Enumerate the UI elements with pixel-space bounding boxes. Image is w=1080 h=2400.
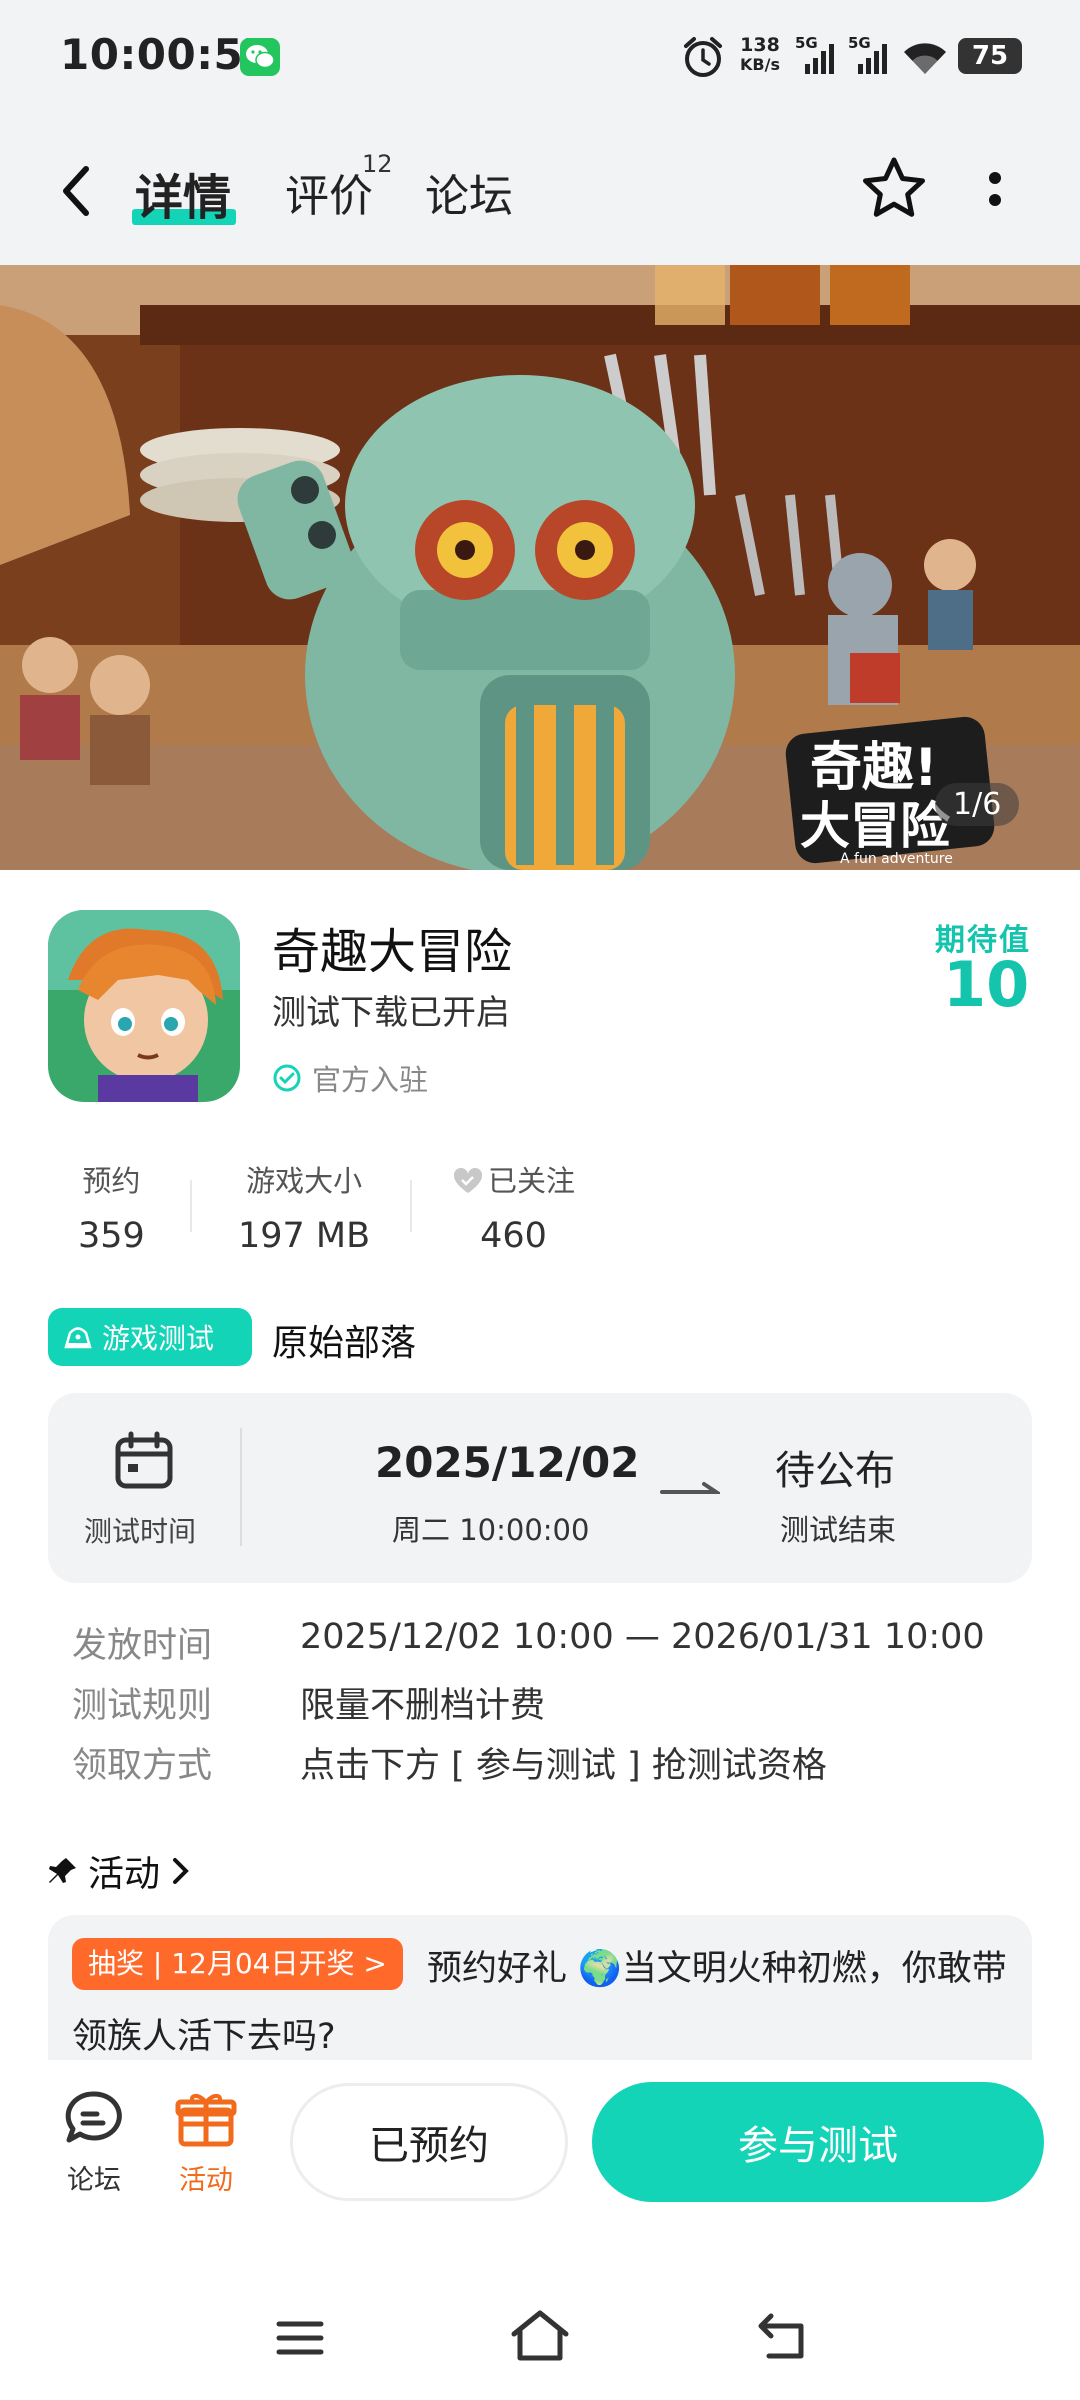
arrow-right-icon (660, 1478, 723, 1502)
wechat-notification-icon (240, 38, 280, 76)
menu-icon[interactable] (275, 2318, 325, 2362)
test-tag-label: 游戏测试 (102, 1322, 215, 1355)
heart-check-icon (453, 1167, 483, 1193)
battery-indicator: 75 (958, 38, 1022, 74)
card-divider (240, 1428, 242, 1546)
stat-game-size: 游戏大小 197 MB (238, 1158, 370, 1256)
test-start-time: 周二 10:00:00 (392, 1513, 590, 1547)
check-circle-icon (273, 1064, 301, 1092)
stat-divider (190, 1180, 192, 1232)
home-icon[interactable] (510, 2308, 570, 2366)
detail-key-release-time: 发放时间 (72, 1626, 213, 1666)
stat-label: 已关注 (452, 1158, 575, 1200)
calendar-icon (113, 1430, 175, 1496)
alarm-icon (680, 34, 726, 84)
stat-reservations: 预约 359 (78, 1158, 145, 1256)
test-end-label: 测试结束 (780, 1513, 897, 1547)
detail-value-claim-method: 点击下方 [ 参与测试 ] 抢测试资格 (300, 1746, 827, 1786)
banner-logo-subtitle: A fun adventure (840, 851, 953, 867)
detail-value-release-time: 2025/12/02 10:00 — 2026/01/31 10:00 (300, 1617, 985, 1657)
pin-icon (49, 1858, 76, 1883)
tab-forum[interactable]: 论坛 (425, 160, 513, 224)
banner-logo-line1: 奇趣! (810, 738, 938, 798)
banner-logo-line2: 大冒险 (800, 797, 951, 855)
review-count-badge: 12 (362, 150, 393, 178)
chevron-right-icon (173, 1858, 189, 1884)
stat-followers[interactable]: 已关注 460 (452, 1158, 575, 1256)
expectation-value: 10 (943, 948, 1030, 1021)
app-name: 奇趣大冒险 (272, 924, 513, 980)
cellular-signal-icon: 5G (848, 34, 892, 78)
cellular-signal-icon: 5G (795, 34, 839, 78)
stat-label: 游戏大小 (246, 1164, 363, 1198)
app-subtitle: 测试下载已开启 (272, 993, 510, 1033)
back-arrow-icon[interactable] (58, 165, 94, 221)
reserved-button[interactable]: 已预约 (290, 2083, 568, 2201)
gift-icon[interactable] (175, 2088, 237, 2154)
test-start-date: 2025/12/02 (375, 1438, 640, 1487)
test-tube-icon (64, 1327, 92, 1349)
tab-detail[interactable]: 详情 (135, 158, 231, 228)
app-icon (48, 910, 240, 1102)
forum-label[interactable]: 论坛 (67, 2158, 121, 2197)
activity-header-label: 活动 (88, 1854, 161, 1895)
forum-chat-icon[interactable] (63, 2088, 125, 2152)
activity-header[interactable]: 活动 (48, 1845, 192, 1897)
lottery-badge[interactable]: 抽奖 | 12月04日开奖 > (72, 1938, 403, 1990)
official-badge: 官方入驻 (272, 1057, 428, 1099)
stat-label: 预约 (82, 1164, 141, 1198)
followers-label: 已关注 (488, 1164, 576, 1198)
stat-value: 359 (78, 1216, 145, 1256)
net-speed-unit: KB/s (740, 55, 780, 74)
detail-key-claim-method: 领取方式 (72, 1746, 213, 1786)
tab-review[interactable]: 评价 (285, 160, 373, 224)
more-options-icon[interactable] (985, 170, 1005, 218)
official-label: 官方入驻 (312, 1063, 429, 1097)
stat-value: 460 (480, 1216, 547, 1256)
detail-key-test-rules: 测试规则 (72, 1686, 213, 1726)
test-time-label: 测试时间 (84, 1515, 197, 1548)
system-back-icon[interactable] (755, 2312, 807, 2366)
game-banner-image[interactable]: 奇趣! 大冒险 A fun adventure (0, 265, 1080, 870)
net-speed-value: 138 (740, 34, 780, 56)
stat-value: 197 MB (238, 1216, 371, 1256)
detail-value-test-rules: 限量不删档计费 (300, 1686, 546, 1726)
stat-divider (410, 1180, 412, 1232)
join-test-button[interactable]: 参与测试 (592, 2082, 1044, 2202)
wifi-icon (902, 40, 948, 80)
network-speed: 138 KB/s (735, 34, 785, 75)
game-test-tag: 游戏测试 (48, 1308, 252, 1366)
banner-page-counter: 1/6 (935, 783, 1020, 826)
test-end-status: 待公布 (775, 1448, 895, 1494)
star-favorite-icon[interactable] (860, 155, 928, 225)
test-title: 原始部落 (272, 1323, 417, 1364)
activity-label[interactable]: 活动 (179, 2158, 233, 2197)
